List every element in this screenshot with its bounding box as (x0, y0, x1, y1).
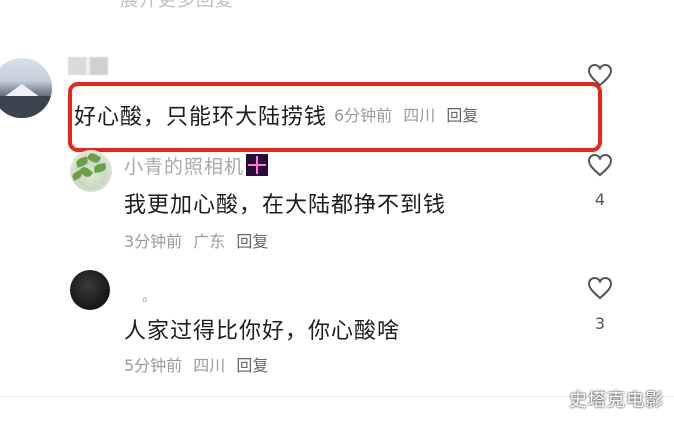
avatar[interactable] (70, 150, 112, 192)
reply-button[interactable]: 回复 (236, 356, 268, 375)
avatar[interactable] (70, 270, 110, 310)
comment-text: 人家过得比你好，你心酸啥 (124, 319, 401, 344)
comment-meta: 3分钟前 广东 回复 (124, 228, 274, 252)
username-text: 小青的照相机 (124, 156, 245, 178)
avatar-leaf (86, 151, 102, 165)
avatar[interactable] (0, 58, 52, 118)
comment-time: 3分钟前 (124, 232, 183, 251)
like-count: 3 (594, 314, 606, 333)
heart-icon[interactable] (587, 153, 613, 177)
expand-more-replies-link[interactable]: 展开更多回复 (120, 0, 234, 12)
highlight-box (68, 82, 602, 152)
watermark: 史塔克电影 (569, 390, 664, 411)
comment-meta: 5分钟前 四川 回复 (124, 352, 274, 376)
like-count: 4 (594, 190, 606, 209)
username[interactable]: 。 (142, 286, 156, 306)
reply-button[interactable]: 回复 (236, 232, 268, 251)
sparkle-emoji-icon (246, 154, 269, 176)
avatar-leaf (93, 163, 107, 173)
comment-location: 广东 (193, 232, 226, 251)
avatar-mountain-rock (0, 96, 52, 118)
username[interactable]: 小青的照相机 (124, 152, 269, 179)
heart-icon[interactable] (587, 276, 613, 300)
comment-text: 我更加心酸，在大陆都挣不到钱 (124, 193, 447, 218)
comment-time: 5分钟前 (124, 356, 183, 375)
username-blurred (68, 57, 108, 75)
comment-location: 四川 (193, 356, 226, 375)
